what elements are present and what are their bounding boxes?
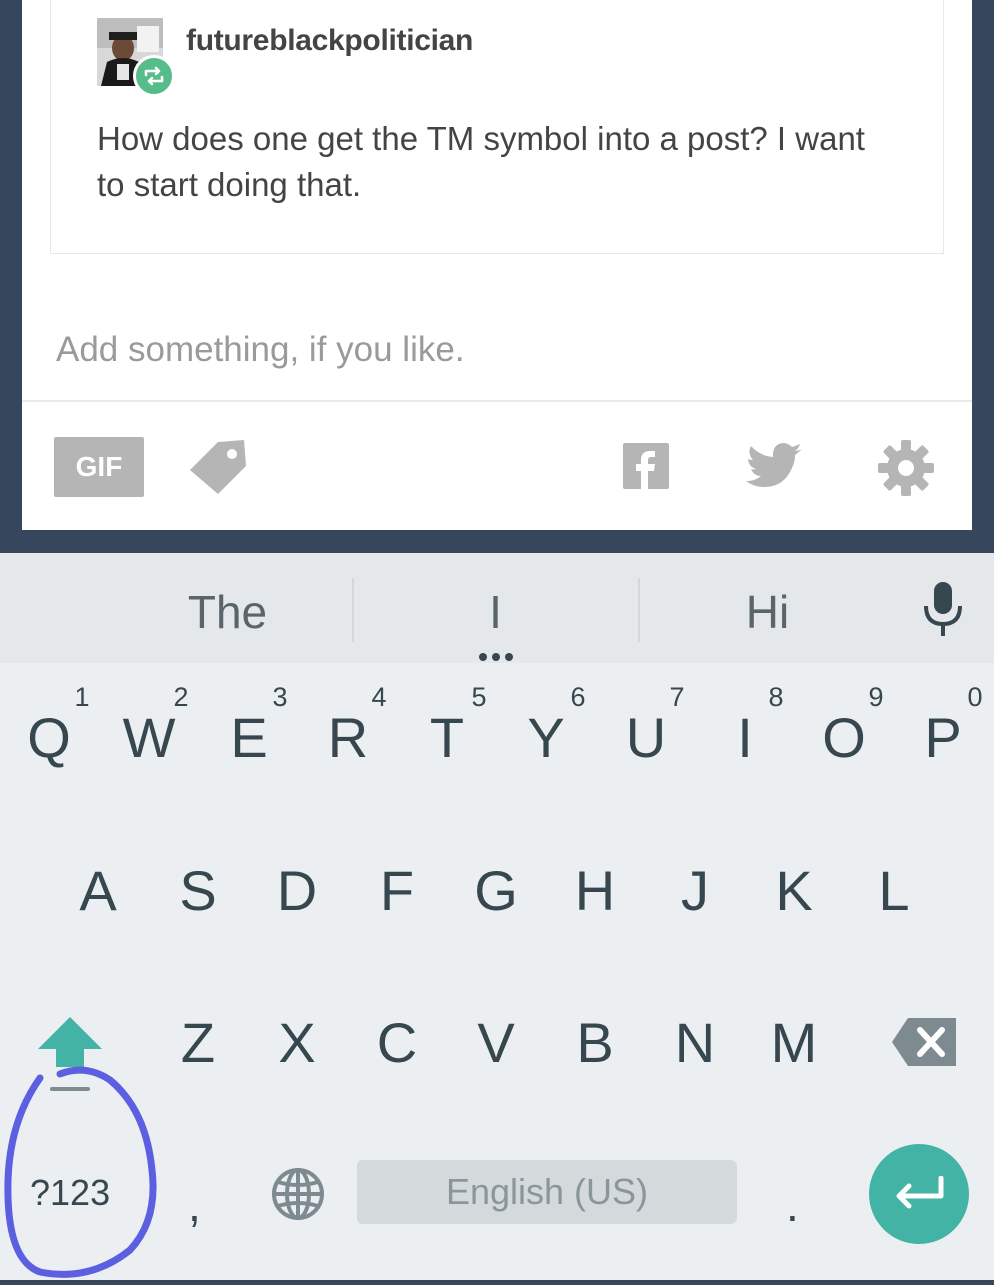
key-z[interactable]: Z <box>163 1010 233 1075</box>
tag-icon[interactable] <box>186 436 250 501</box>
facebook-icon[interactable] <box>623 443 669 494</box>
enter-arrow-icon <box>896 1176 944 1209</box>
key-g[interactable]: G <box>461 858 531 923</box>
more-suggestions-icon[interactable] <box>477 650 517 668</box>
suggestion-divider <box>638 578 640 642</box>
key-w[interactable]: W <box>114 705 184 770</box>
key-y[interactable]: Y <box>511 705 581 770</box>
reblog-comment-input[interactable]: Add something, if you like. <box>56 330 465 370</box>
key-d[interactable]: D <box>262 858 332 923</box>
key-v[interactable]: V <box>461 1010 531 1075</box>
key-hint-7: 7 <box>669 682 685 712</box>
suggestion-the[interactable]: The <box>130 585 325 639</box>
twitter-icon[interactable] <box>746 443 804 494</box>
key-n[interactable]: N <box>660 1010 730 1075</box>
suggestion-hi[interactable]: Hi <box>670 585 865 639</box>
backspace-icon[interactable] <box>890 1016 958 1073</box>
microphone-icon[interactable] <box>920 580 966 645</box>
reblog-badge-icon <box>133 55 175 97</box>
key-x[interactable]: X <box>262 1010 332 1075</box>
key-hint-0: 0 <box>967 682 983 712</box>
key-f[interactable]: F <box>362 858 432 923</box>
key-hint-1: 1 <box>74 682 90 712</box>
key-hint-5: 5 <box>471 682 487 712</box>
key-q[interactable]: Q <box>14 705 84 770</box>
key-hint-9: 9 <box>868 682 884 712</box>
key-s[interactable]: S <box>163 858 233 923</box>
key-p[interactable]: P <box>908 705 978 770</box>
key-hint-2: 2 <box>173 682 189 712</box>
suggestion-divider <box>352 578 354 642</box>
key-k[interactable]: K <box>759 858 829 923</box>
post-body-text: How does one get the TM symbol into a po… <box>97 120 865 203</box>
annotation-circle-icon <box>0 1060 170 1285</box>
space-bar[interactable]: English (US) <box>357 1160 737 1224</box>
key-a[interactable]: A <box>63 858 133 923</box>
key-o[interactable]: O <box>809 705 879 770</box>
suggestion-i[interactable]: I <box>398 585 593 639</box>
globe-icon[interactable] <box>270 1166 326 1227</box>
key-i[interactable]: I <box>710 705 780 770</box>
enter-button[interactable] <box>869 1144 969 1244</box>
key-h[interactable]: H <box>560 858 630 923</box>
gear-icon[interactable] <box>876 438 936 503</box>
key-m[interactable]: M <box>759 1010 829 1075</box>
composer-divider <box>22 400 972 402</box>
key-t[interactable]: T <box>412 705 482 770</box>
comma-key[interactable]: , <box>188 1178 201 1232</box>
key-hint-6: 6 <box>570 682 586 712</box>
post-username[interactable]: futureblackpolitician <box>186 24 473 58</box>
gif-button[interactable]: GIF <box>54 437 144 497</box>
period-key[interactable]: . <box>786 1178 799 1232</box>
key-r[interactable]: R <box>313 705 383 770</box>
key-hint-3: 3 <box>272 682 288 712</box>
key-hint-4: 4 <box>371 682 387 712</box>
key-l[interactable]: L <box>859 858 929 923</box>
key-b[interactable]: B <box>560 1010 630 1075</box>
key-e[interactable]: E <box>214 705 284 770</box>
key-j[interactable]: J <box>660 858 730 923</box>
key-hint-8: 8 <box>768 682 784 712</box>
key-u[interactable]: U <box>611 705 681 770</box>
key-c[interactable]: C <box>362 1010 432 1075</box>
